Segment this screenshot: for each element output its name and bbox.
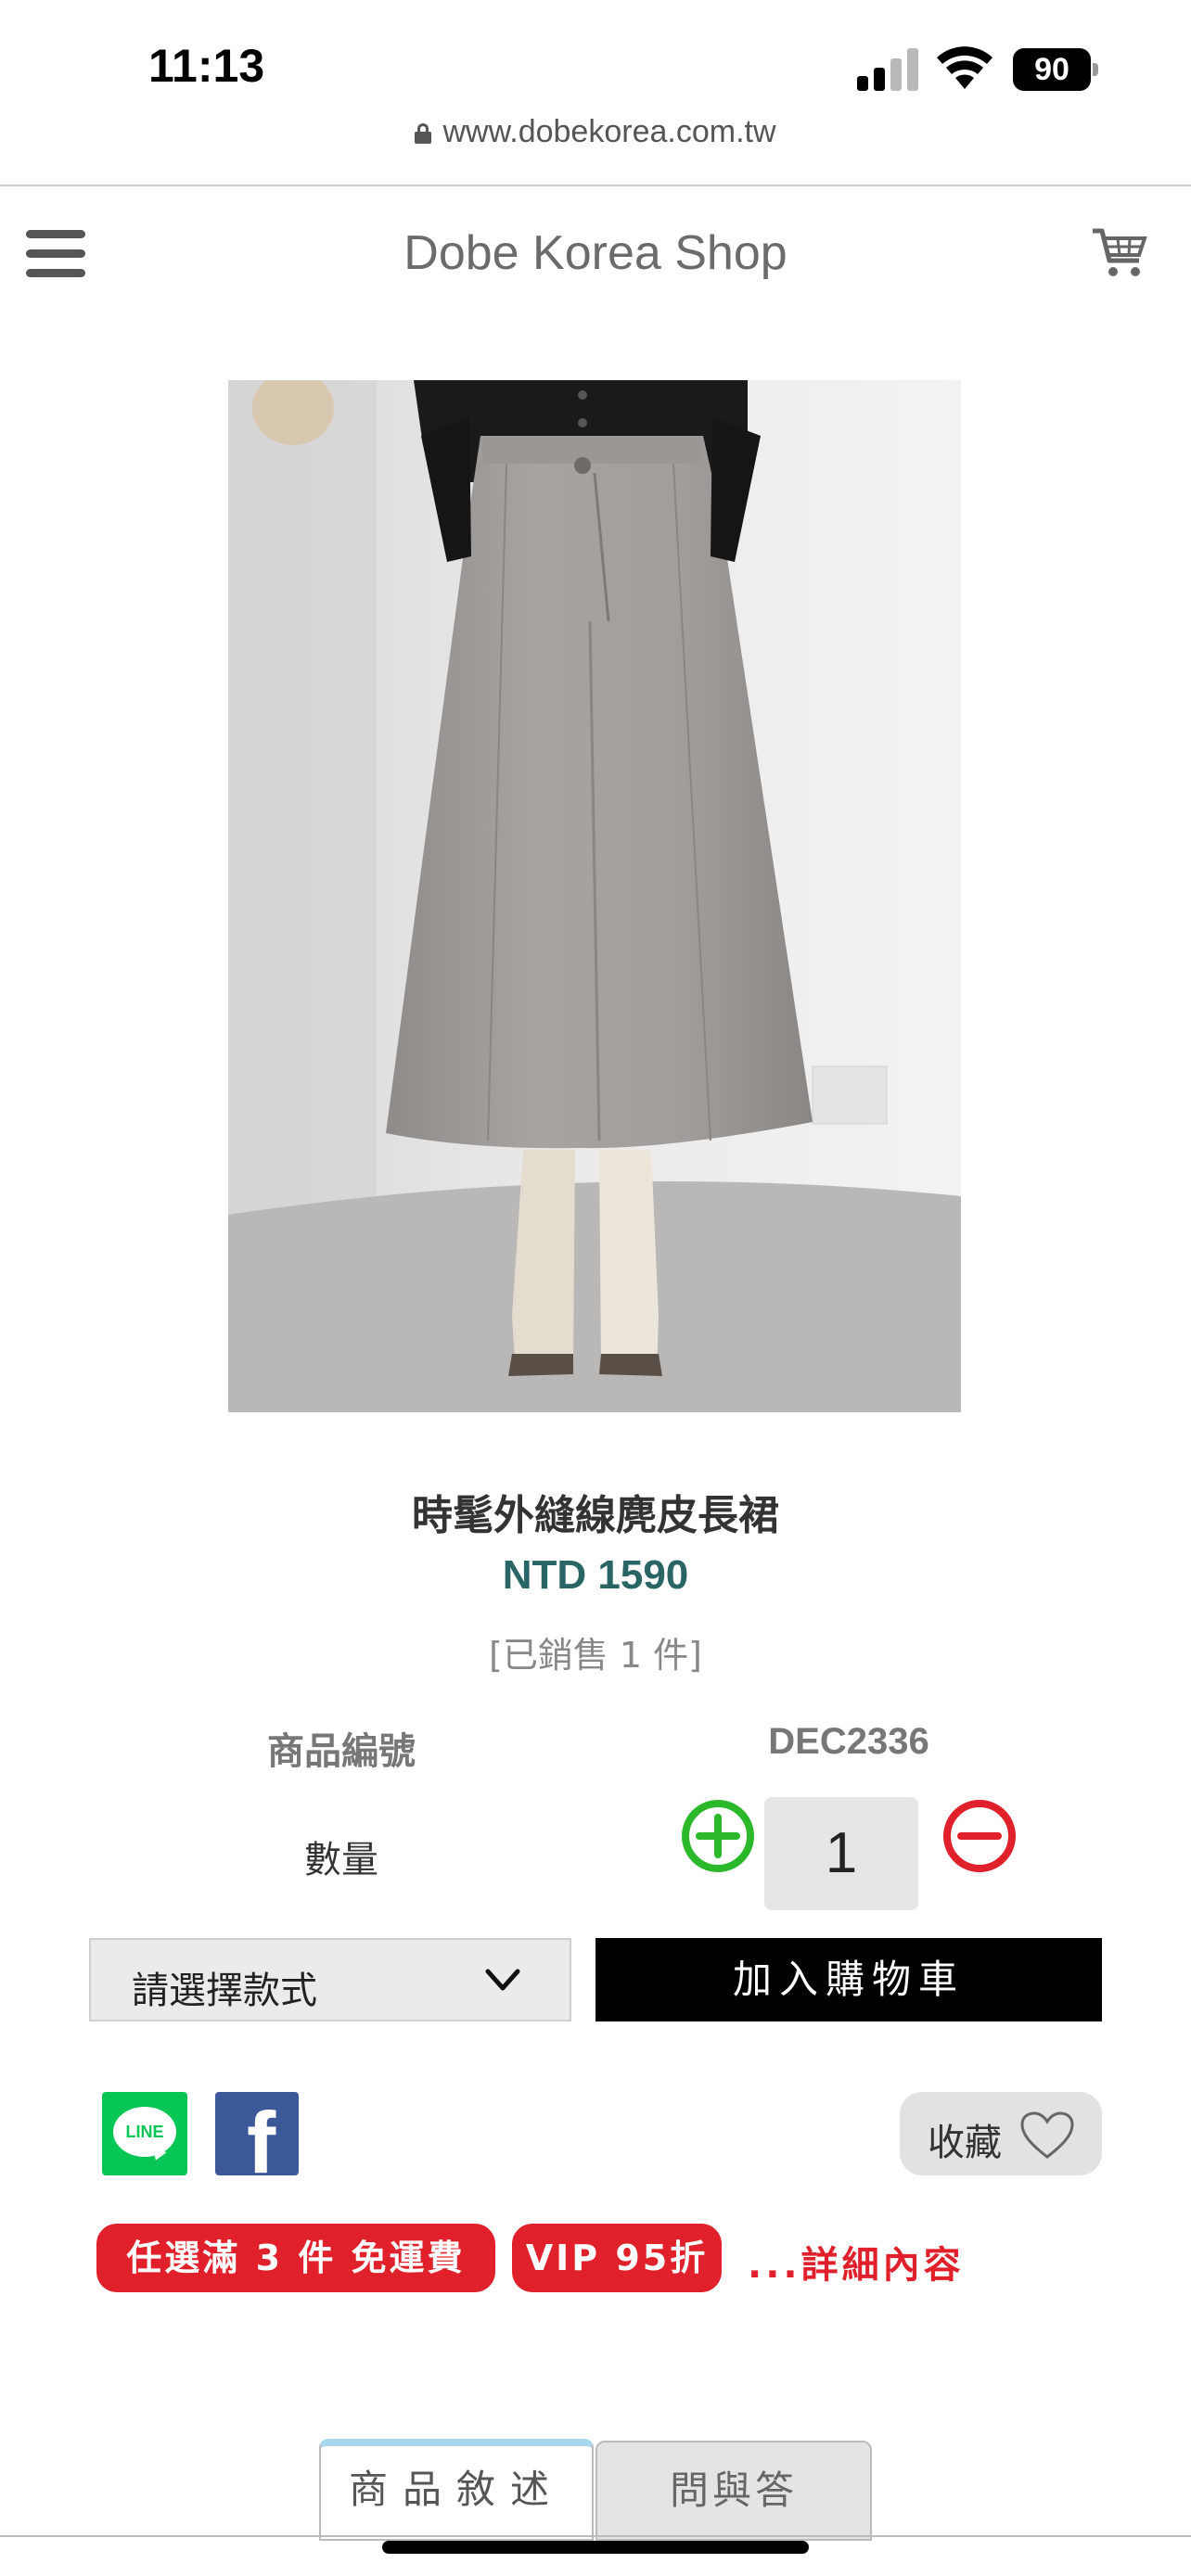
tab-divider (0, 2535, 1191, 2537)
style-select[interactable]: 請選擇款式 (89, 1938, 571, 2021)
home-indicator[interactable] (382, 2541, 809, 2554)
add-to-cart-button[interactable]: 加入購物車 (596, 1938, 1102, 2021)
product-image[interactable] (228, 380, 961, 1412)
status-time: 11:13 (148, 40, 265, 92)
quantity-minus-icon[interactable] (942, 1799, 1017, 1873)
line-icon-text: LINE (113, 2107, 176, 2157)
shop-title[interactable]: Dobe Korea Shop (0, 225, 1191, 281)
quantity-plus-icon[interactable] (681, 1799, 755, 1873)
url-text: www.dobekorea.com.tw (442, 114, 776, 149)
shopping-cart-icon[interactable] (1091, 225, 1148, 281)
wifi-icon (937, 46, 992, 89)
lock-icon (415, 123, 432, 144)
heart-icon (1020, 2111, 1074, 2159)
promo-details-link[interactable]: ...詳細內容 (748, 2235, 965, 2289)
battery-icon: 90 (1013, 48, 1098, 91)
url-bar[interactable]: www.dobekorea.com.tw (0, 111, 1191, 185)
quantity-input[interactable]: 1 (764, 1797, 918, 1910)
site-header: Dobe Korea Shop (0, 186, 1191, 325)
sku-value: DEC2336 (768, 1721, 929, 1762)
battery-level: 90 (1013, 48, 1091, 91)
tab-product-description[interactable]: 商品敘述 (319, 2439, 594, 2541)
favorite-button[interactable]: 收藏 (900, 2092, 1102, 2175)
cellular-signal-icon (857, 48, 918, 91)
product-price: NTD 1590 (502, 1552, 689, 1598)
status-bar: 11:13 90 (0, 0, 1191, 111)
line-share-icon[interactable]: LINE (102, 2092, 187, 2175)
chevron-down-icon (485, 1969, 520, 1991)
sold-count: [已銷售 1 件] (489, 1635, 702, 1676)
promo-badge-vip: VIP 95折 (512, 2224, 722, 2292)
favorite-label: 收藏 (928, 2122, 1002, 2164)
promo-badge-free-shipping: 任選滿 3 件 免運費 (96, 2224, 495, 2292)
tab-qa[interactable]: 問與答 (596, 2441, 872, 2541)
product-name: 時髦外縫線麂皮長裙 (412, 1492, 779, 1539)
quantity-label: 數量 (304, 1839, 378, 1881)
sku-label: 商品編號 (267, 1730, 416, 1773)
facebook-share-icon[interactable]: f (215, 2092, 299, 2175)
style-select-label: 請選擇款式 (132, 1970, 317, 2012)
